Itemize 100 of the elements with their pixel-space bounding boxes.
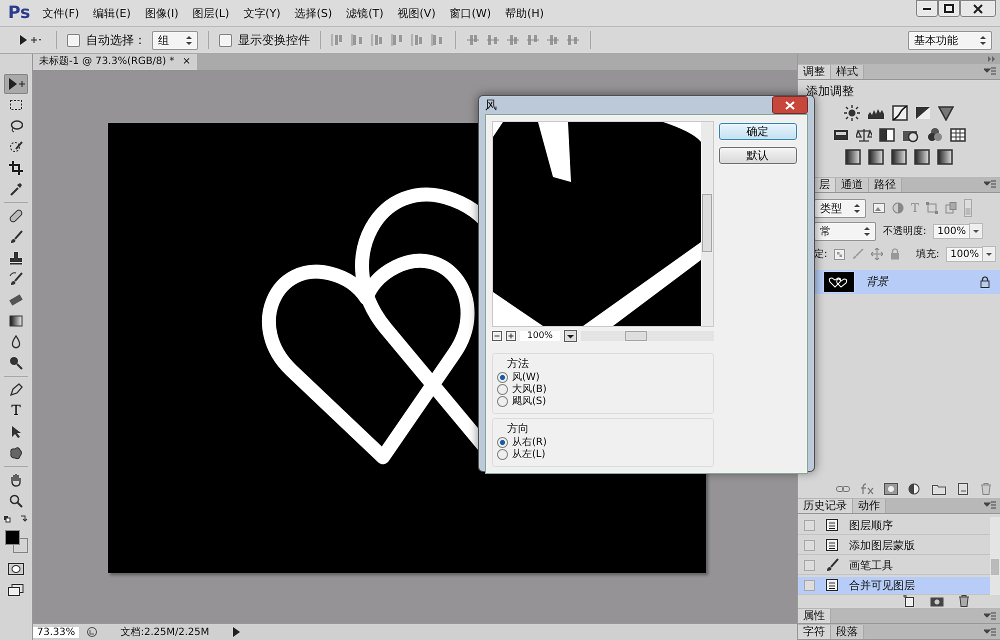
gradient-square-icon[interactable]	[845, 148, 861, 165]
document-tab[interactable]: 未标题-1 @ 73.3%(RGB/8) * ×	[33, 54, 197, 70]
menu-item[interactable]: 文件(F)	[42, 6, 80, 20]
close-button[interactable]	[772, 96, 808, 114]
radio-option[interactable]: 风(W)	[497, 371, 709, 383]
checkerboard-icon[interactable]	[834, 248, 846, 260]
panel-menu-icon[interactable]	[984, 501, 996, 510]
zoom-out-icon[interactable]	[492, 331, 502, 341]
snapshot-checkbox[interactable]	[804, 540, 815, 551]
panel-tab[interactable]: 字符	[798, 625, 831, 639]
image-icon[interactable]	[873, 202, 885, 214]
play-icon[interactable]	[231, 626, 241, 638]
history-item[interactable]: 添加图层蒙版	[798, 536, 990, 555]
history-item[interactable]: 画笔工具	[798, 556, 990, 575]
menu-item[interactable]: 文字(Y)	[243, 6, 281, 20]
zoom-field[interactable]: 73.33%	[33, 626, 79, 638]
blend-mode-dropdown[interactable]: 常	[814, 222, 876, 240]
new-layer-icon[interactable]	[956, 482, 970, 495]
zoom-field[interactable]: 100%	[520, 331, 560, 341]
half-square-icon[interactable]	[878, 126, 894, 143]
panel-tab[interactable]: 动作	[853, 498, 886, 513]
panel-menu-icon[interactable]	[984, 67, 996, 76]
snapshot-checkbox[interactable]	[804, 560, 815, 571]
triangle-icon[interactable]	[938, 104, 954, 121]
panel-tab[interactable]: 段落	[831, 625, 864, 639]
screen-mode-icon[interactable]	[8, 584, 24, 596]
close-icon	[785, 100, 795, 110]
maximize-icon	[944, 4, 954, 14]
scale-icon[interactable]	[856, 126, 872, 143]
minimize-button[interactable]	[916, 0, 938, 17]
bandage-icon	[9, 209, 23, 223]
panel-menu-icon[interactable]	[984, 180, 996, 188]
menu-item[interactable]: 窗口(W)	[450, 6, 492, 20]
panel-tab[interactable]: 属性	[798, 609, 831, 624]
camera-icon[interactable]	[930, 595, 944, 608]
panel-tab[interactable]: 调整	[798, 64, 831, 79]
group-title: 方法	[507, 356, 530, 371]
menu-item[interactable]: 编辑(E)	[93, 6, 131, 20]
snapshot-checkbox[interactable]	[804, 580, 815, 591]
dialog-button[interactable]: 确定	[718, 123, 796, 140]
scrollbar[interactable]	[581, 331, 714, 341]
gradient-square-icon[interactable]	[937, 148, 953, 165]
tool-button[interactable]	[4, 74, 28, 94]
gradient-square-icon[interactable]	[914, 148, 930, 165]
radio-option[interactable]: 大风(B)	[497, 383, 709, 395]
panel-tab[interactable]: 路径	[869, 178, 902, 192]
radio-option[interactable]: 从右(R)	[497, 436, 709, 448]
color-swatches[interactable]	[4, 530, 28, 552]
maximize-button[interactable]	[938, 0, 960, 17]
circles-icon[interactable]	[926, 126, 942, 143]
menu-item[interactable]: 滤镜(T)	[346, 6, 384, 20]
layer-row[interactable]: 背景	[814, 270, 1000, 294]
toggle-switch-icon[interactable]	[964, 199, 972, 217]
half-circle-icon[interactable]	[908, 482, 922, 495]
link-icon[interactable]	[836, 484, 850, 494]
radio-option[interactable]: 从左(L)	[497, 448, 709, 460]
filter-dropdown[interactable]: 类型	[814, 198, 866, 218]
grid-icon[interactable]	[950, 126, 966, 143]
mask-icon[interactable]	[884, 482, 898, 495]
folder-icon[interactable]	[932, 482, 946, 495]
panel-menu-icon[interactable]	[984, 612, 996, 620]
dashed-rectangle-icon	[9, 98, 23, 112]
sun-icon[interactable]	[844, 104, 860, 121]
panel-menu-icon[interactable]	[984, 628, 996, 636]
target-dropdown[interactable]: 组	[152, 30, 198, 50]
updown-arrow-icon	[980, 36, 986, 44]
panel-tab[interactable]: 层	[814, 178, 836, 192]
opacity-field[interactable]: 100%	[933, 224, 970, 238]
curve-icon[interactable]	[892, 104, 908, 121]
swap-colors-icon[interactable]	[3, 514, 29, 524]
menu-item[interactable]: 视图(V)	[398, 6, 436, 20]
radio-option[interactable]: 飓风(S)	[497, 395, 709, 407]
history-item[interactable]: 合并可见图层	[798, 576, 990, 595]
tab-close-button[interactable]: ×	[182, 54, 191, 70]
gradient-square-icon[interactable]	[891, 148, 907, 165]
gradient-square-icon[interactable]	[868, 148, 884, 165]
trash-icon[interactable]	[958, 595, 970, 608]
scrollbar[interactable]	[990, 516, 1000, 595]
panel-tab[interactable]: 通道	[836, 178, 869, 192]
drop-icon	[9, 335, 23, 349]
checkbox[interactable]	[219, 34, 232, 46]
fill-field[interactable]: 100%	[946, 246, 983, 262]
scrollbar[interactable]	[701, 122, 713, 326]
new-document-icon[interactable]	[902, 595, 916, 608]
panel-tab[interactable]: 样式	[831, 64, 864, 79]
quick-mask-icon[interactable]	[8, 563, 24, 575]
menu-item[interactable]: 选择(S)	[294, 6, 332, 20]
tool-button[interactable]: T	[4, 401, 28, 421]
workspace-dropdown[interactable]: 基本功能	[908, 30, 992, 50]
close-button[interactable]	[960, 0, 996, 17]
snapshot-checkbox[interactable]	[804, 520, 815, 531]
panel-tab[interactable]: 历史记录	[798, 498, 853, 513]
menu-item[interactable]: 图层(L)	[192, 6, 230, 20]
dialog-button[interactable]: 默认	[718, 147, 796, 164]
menu-item[interactable]: 图像(I)	[144, 6, 179, 20]
history-item[interactable]: 图层顺序	[798, 516, 990, 535]
checkbox[interactable]	[67, 34, 80, 46]
zoom-in-icon[interactable]	[506, 331, 516, 341]
fx-icon[interactable]	[860, 482, 874, 495]
menu-item[interactable]: 帮助(H)	[505, 6, 544, 20]
